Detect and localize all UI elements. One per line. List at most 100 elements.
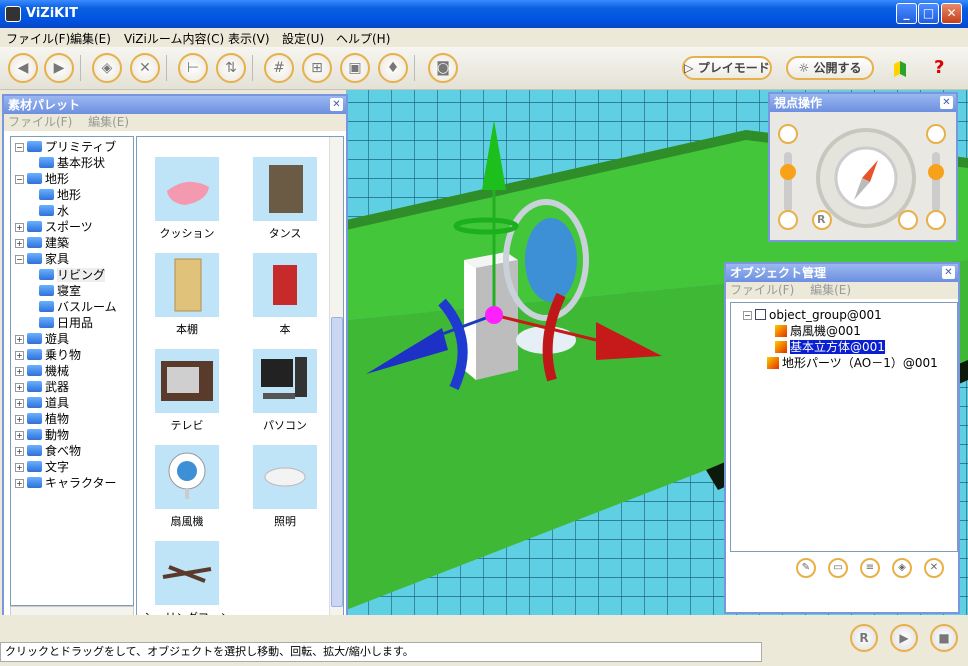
- tree-item[interactable]: 地形: [39, 187, 81, 203]
- minimize-button[interactable]: _: [896, 3, 917, 24]
- tree-item[interactable]: 基本形状: [39, 155, 105, 171]
- play-icon[interactable]: ▶: [890, 624, 918, 652]
- maximize-button[interactable]: □: [918, 3, 939, 24]
- forward-icon[interactable]: ▶: [44, 53, 74, 83]
- group-icon[interactable]: ◈: [892, 558, 912, 578]
- object-icon[interactable]: ◈: [92, 53, 122, 83]
- folder-icon: [27, 141, 42, 152]
- bookshelf-thumbnail[interactable]: [155, 253, 219, 317]
- menu-settings[interactable]: 設定(U): [282, 30, 324, 47]
- tree-item[interactable]: 日用品: [39, 315, 93, 331]
- menu-help[interactable]: ヘルプ(H): [336, 30, 390, 47]
- grid-on-icon[interactable]: #: [264, 53, 294, 83]
- reset-view-button[interactable]: R: [817, 213, 825, 226]
- menu-file[interactable]: ファイル(F): [6, 30, 70, 47]
- rename-icon[interactable]: ≡: [860, 558, 880, 578]
- reset-icon[interactable]: R: [850, 624, 878, 652]
- object-item[interactable]: − object_group@001: [743, 307, 882, 323]
- palette-title: 素材パレット: [8, 98, 81, 112]
- tree-item[interactable]: + キャラクター: [15, 475, 117, 491]
- category-tree: − プリミティブ 基本形状 − 地形 地形 水 + スポーツ + 建築 − 家具 リビング…: [10, 136, 134, 606]
- object-manager-close-icon[interactable]: ✕: [942, 266, 955, 279]
- cube-icon: [775, 325, 787, 337]
- sun-icon: ☼: [798, 61, 810, 75]
- tree-item[interactable]: + 乗り物: [15, 347, 81, 363]
- beginner-mark-icon[interactable]: [892, 59, 908, 79]
- tree-item[interactable]: + 道具: [15, 395, 69, 411]
- book-thumbnail[interactable]: [253, 253, 317, 317]
- object-menu-edit[interactable]: 編集(E): [810, 283, 851, 297]
- checkbox-icon: [755, 309, 766, 320]
- folder-icon: [27, 429, 42, 440]
- folder-icon: [27, 253, 42, 264]
- object-item[interactable]: 扇風機@001: [775, 323, 861, 339]
- object-item[interactable]: 地形パーツ（AO－1）@001: [767, 355, 938, 371]
- palette-menu-edit[interactable]: 編集(E): [88, 115, 129, 129]
- shield-icon[interactable]: ♦: [378, 53, 408, 83]
- folder-icon: [27, 413, 42, 424]
- folder-icon: [27, 445, 42, 456]
- ceiling-fan-thumbnail[interactable]: [155, 541, 219, 605]
- tree-item[interactable]: + スポーツ: [15, 219, 93, 235]
- play-mode-button[interactable]: ▷ プレイモード: [682, 56, 772, 80]
- viewpoint-close-icon[interactable]: ✕: [940, 96, 953, 109]
- dresser-thumbnail[interactable]: [253, 157, 317, 221]
- viewpoint-title: 視点操作: [774, 96, 823, 110]
- stop-icon[interactable]: ■: [930, 624, 958, 652]
- tree-item[interactable]: + 建築: [15, 235, 69, 251]
- folder-icon: [27, 477, 42, 488]
- folder-icon: [39, 157, 54, 168]
- menu-room-contents[interactable]: ViZiルーム内容(C): [124, 30, 224, 47]
- tree-item[interactable]: − プリミティブ: [15, 139, 116, 155]
- folder-icon[interactable]: ▭: [828, 558, 848, 578]
- folder-icon: [27, 365, 42, 376]
- pc-thumbnail[interactable]: [253, 349, 317, 413]
- camera-icon[interactable]: ◙: [428, 53, 458, 83]
- tree-item[interactable]: − 家具: [15, 251, 69, 267]
- tree-item[interactable]: + 食べ物: [15, 443, 81, 459]
- hierarchy-icon[interactable]: ⊢: [178, 53, 208, 83]
- tree-item[interactable]: 寝室: [39, 283, 81, 299]
- tree-item[interactable]: + 遊具: [15, 331, 69, 347]
- tree-item[interactable]: + 機械: [15, 363, 69, 379]
- back-icon[interactable]: ◀: [8, 53, 38, 83]
- palette-menu-file[interactable]: ファイル(F): [8, 115, 72, 129]
- tree-item[interactable]: 水: [39, 203, 69, 219]
- object-manager-title: オブジェクト管理: [730, 266, 827, 280]
- gallery-scrollbar[interactable]: [329, 137, 343, 621]
- box-on-icon[interactable]: ▣: [340, 53, 370, 83]
- tree-item[interactable]: + 植物: [15, 411, 69, 427]
- delete-object-icon[interactable]: ✕: [924, 558, 944, 578]
- sort-icon[interactable]: ⇅: [216, 53, 246, 83]
- tree-item[interactable]: − 地形: [15, 171, 69, 187]
- tree-item[interactable]: バスルーム: [39, 299, 117, 315]
- folder-icon: [39, 189, 54, 200]
- publish-button[interactable]: ☼ 公開する: [786, 56, 874, 80]
- menu-edit[interactable]: 編集(E): [70, 30, 111, 47]
- separator: [80, 55, 81, 81]
- palette-close-icon[interactable]: ✕: [330, 98, 343, 111]
- tree-item[interactable]: + 武器: [15, 379, 69, 395]
- edit-object-icon[interactable]: ✎: [796, 558, 816, 578]
- tree-item[interactable]: + 文字: [15, 459, 69, 475]
- delete-icon[interactable]: ✕: [130, 53, 160, 83]
- scrollbar-thumb[interactable]: [331, 317, 343, 607]
- play-icon: ▷: [684, 61, 694, 75]
- publish-label: 公開する: [813, 61, 862, 75]
- object-menu-file[interactable]: ファイル(F): [730, 283, 794, 297]
- menu-view[interactable]: 表示(V): [228, 30, 270, 47]
- tv-thumbnail[interactable]: [155, 349, 219, 413]
- tree-item[interactable]: + 動物: [15, 427, 69, 443]
- close-button[interactable]: ✕: [941, 3, 962, 24]
- folder-icon: [27, 333, 42, 344]
- folder-icon: [39, 285, 54, 296]
- fan-thumbnail[interactable]: [155, 445, 219, 509]
- light-thumbnail[interactable]: [253, 445, 317, 509]
- cushion-thumbnail[interactable]: [155, 157, 219, 221]
- tree-item[interactable]: リビング: [39, 267, 106, 283]
- snap-off-icon[interactable]: ⊞: [302, 53, 332, 83]
- help-icon[interactable]: ?: [934, 57, 944, 78]
- object-item-selected[interactable]: 基本立方体@001: [775, 339, 885, 355]
- window-title: ViZiKIT: [26, 6, 78, 21]
- viewpoint-controls: R: [770, 112, 956, 240]
